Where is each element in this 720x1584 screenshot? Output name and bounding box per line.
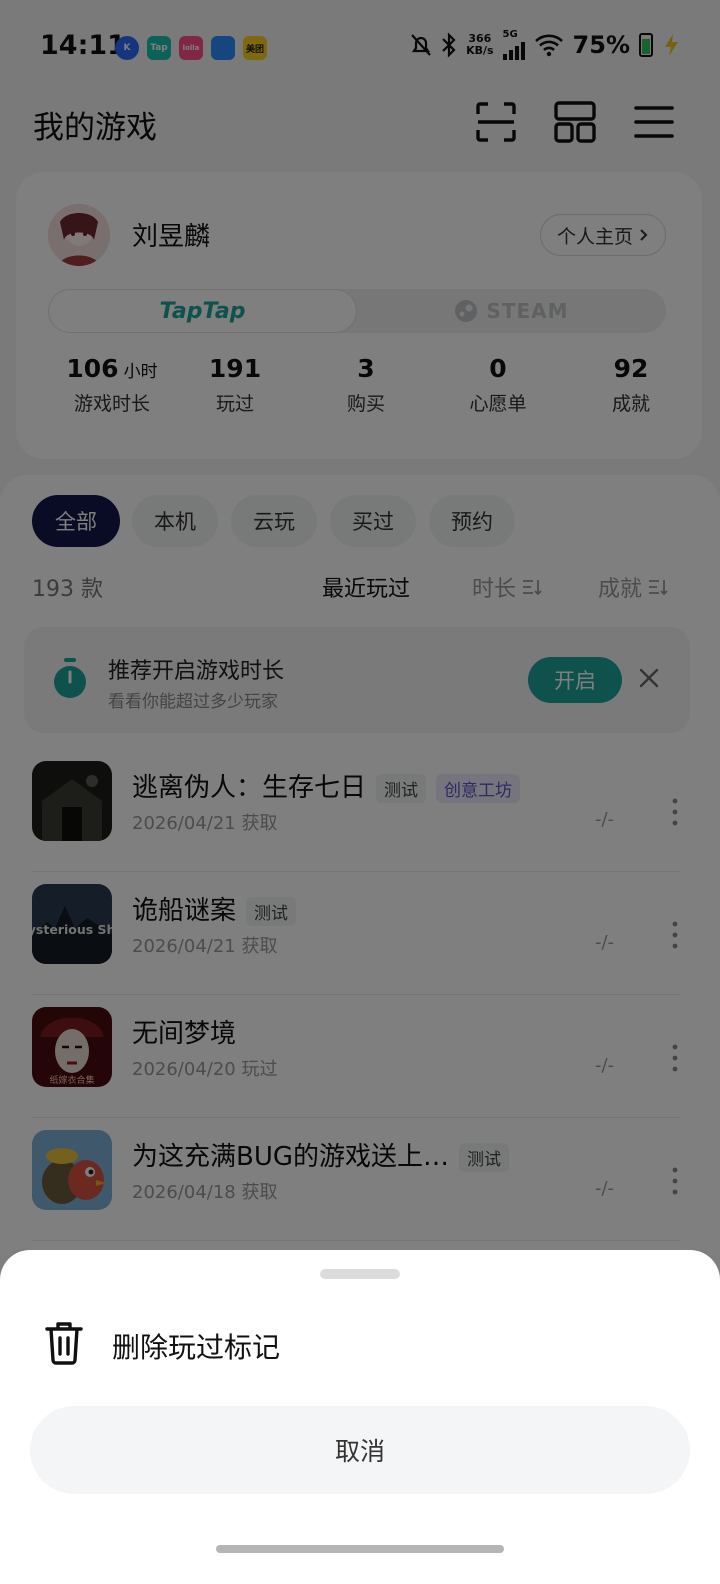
trash-icon bbox=[45, 1322, 83, 1365]
remove-played-mark-action[interactable]: 删除玩过标记 bbox=[30, 1310, 690, 1376]
remove-played-mark-label: 删除玩过标记 bbox=[112, 1331, 281, 1364]
action-sheet: 删除玩过标记 取消 bbox=[0, 1250, 720, 1584]
sheet-drag-handle[interactable] bbox=[320, 1269, 400, 1279]
screen: 14:11 K Tap lolla 美团 366 KB/s 5G bbox=[0, 0, 720, 1584]
home-indicator[interactable] bbox=[216, 1545, 504, 1553]
cancel-button[interactable]: 取消 bbox=[30, 1406, 690, 1494]
